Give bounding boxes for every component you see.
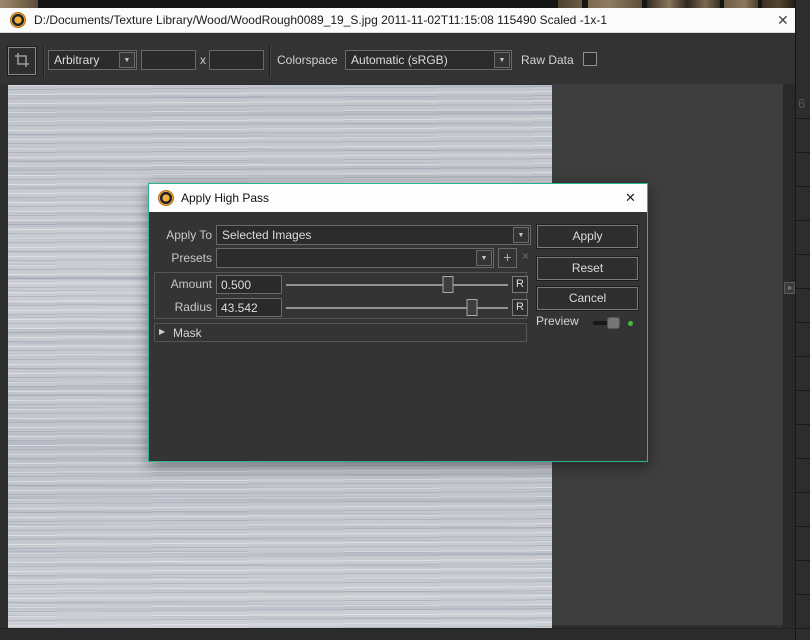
amount-input[interactable] <box>216 275 282 294</box>
chevron-down-icon: ▼ <box>481 255 488 262</box>
app-icon <box>158 190 174 206</box>
chevron-down-icon: ▼ <box>124 57 131 64</box>
dropdown-arrow-button[interactable]: ▼ <box>494 52 510 68</box>
raw-data-label: Raw Data <box>521 50 574 70</box>
reset-button[interactable]: Reset <box>537 257 638 280</box>
chevron-down-icon: ▼ <box>499 57 506 64</box>
filmstrip-column[interactable]: 6 <box>795 0 810 640</box>
close-icon[interactable]: ✕ <box>625 191 636 204</box>
raw-data-checkbox[interactable] <box>583 52 597 66</box>
crop-height-input[interactable] <box>209 50 264 70</box>
toolbar-separator <box>269 45 270 77</box>
presets-dropdown[interactable]: ▼ <box>216 248 494 268</box>
apply-high-pass-dialog: Apply High Pass ✕ Apply To Selected Imag… <box>148 183 648 462</box>
dropdown-arrow-button[interactable]: ▼ <box>119 52 135 68</box>
apply-to-dropdown[interactable]: Selected Images ▼ <box>216 225 531 245</box>
amount-reset-button[interactable]: R <box>512 276 528 293</box>
dropdown-arrow-button[interactable]: ▼ <box>513 227 529 243</box>
thumbnail-sliver <box>647 0 720 8</box>
dialog-titlebar[interactable]: Apply High Pass ✕ <box>149 184 647 212</box>
radius-slider[interactable] <box>286 307 508 309</box>
presets-label: Presets <box>149 250 212 266</box>
bottom-band <box>0 628 795 640</box>
thumbnail-sliver <box>762 0 795 8</box>
amount-slider-handle[interactable] <box>443 276 454 293</box>
app-icon <box>10 12 26 28</box>
crop-tool-button[interactable] <box>8 47 36 75</box>
aspect-ratio-value: Arbitrary <box>54 51 116 69</box>
colorspace-value: Automatic (sRGB) <box>351 51 491 69</box>
colorspace-dropdown[interactable]: Automatic (sRGB) ▼ <box>345 50 512 70</box>
close-icon[interactable]: ✕ <box>777 13 789 27</box>
crop-icon <box>14 52 30 71</box>
delete-preset-icon[interactable]: × <box>522 249 529 263</box>
apply-to-label: Apply To <box>149 227 212 243</box>
times-label: x <box>198 50 208 70</box>
dropdown-arrow-button[interactable]: ▼ <box>476 250 492 266</box>
panel-gap <box>783 84 795 628</box>
toggle-knob[interactable] <box>607 317 620 329</box>
thumbnail-sliver <box>724 0 758 8</box>
filmstrip-dividers <box>796 85 810 640</box>
crop-width-input[interactable] <box>141 50 196 70</box>
thumbnail-strip <box>0 0 795 8</box>
mask-label: Mask <box>173 324 202 342</box>
radius-reset-button[interactable]: R <box>512 299 528 316</box>
chevron-down-icon: ▼ <box>518 232 525 239</box>
amount-slider[interactable] <box>286 284 508 286</box>
preview-status-dot <box>628 321 633 326</box>
apply-to-value: Selected Images <box>222 226 510 244</box>
radius-label: Radius <box>149 299 212 315</box>
radius-input[interactable] <box>216 298 282 317</box>
panel-collapse-icon[interactable]: » <box>784 282 795 294</box>
aspect-ratio-dropdown[interactable]: Arbitrary ▼ <box>48 50 137 70</box>
apply-button[interactable]: Apply <box>537 225 638 248</box>
expander-arrow-icon: ▶ <box>159 327 165 336</box>
mask-expander[interactable]: ▶ Mask <box>154 323 527 342</box>
dialog-title: Apply High Pass <box>181 184 269 212</box>
toolbar: Arbitrary ▼ x Colorspace Automatic (sRGB… <box>0 33 795 84</box>
colorspace-label: Colorspace <box>277 50 338 70</box>
cancel-button[interactable]: Cancel <box>537 287 638 310</box>
thumbnail-sliver <box>558 0 582 8</box>
application-window: D:/Documents/Texture Library/Wood/WoodRo… <box>0 0 810 640</box>
preview-label: Preview <box>536 314 579 328</box>
toolbar-separator <box>43 45 44 77</box>
amount-label: Amount <box>149 276 212 292</box>
window-title: D:/Documents/Texture Library/Wood/WoodRo… <box>34 8 607 33</box>
thumbnail-sliver <box>0 0 38 8</box>
window-titlebar: D:/Documents/Texture Library/Wood/WoodRo… <box>0 8 795 33</box>
add-preset-button[interactable]: + <box>498 248 517 268</box>
preview-toggle[interactable] <box>593 318 620 328</box>
thumbnail-sliver <box>588 0 642 8</box>
filmstrip-counter: 6 <box>798 96 805 111</box>
radius-slider-handle[interactable] <box>467 299 478 316</box>
